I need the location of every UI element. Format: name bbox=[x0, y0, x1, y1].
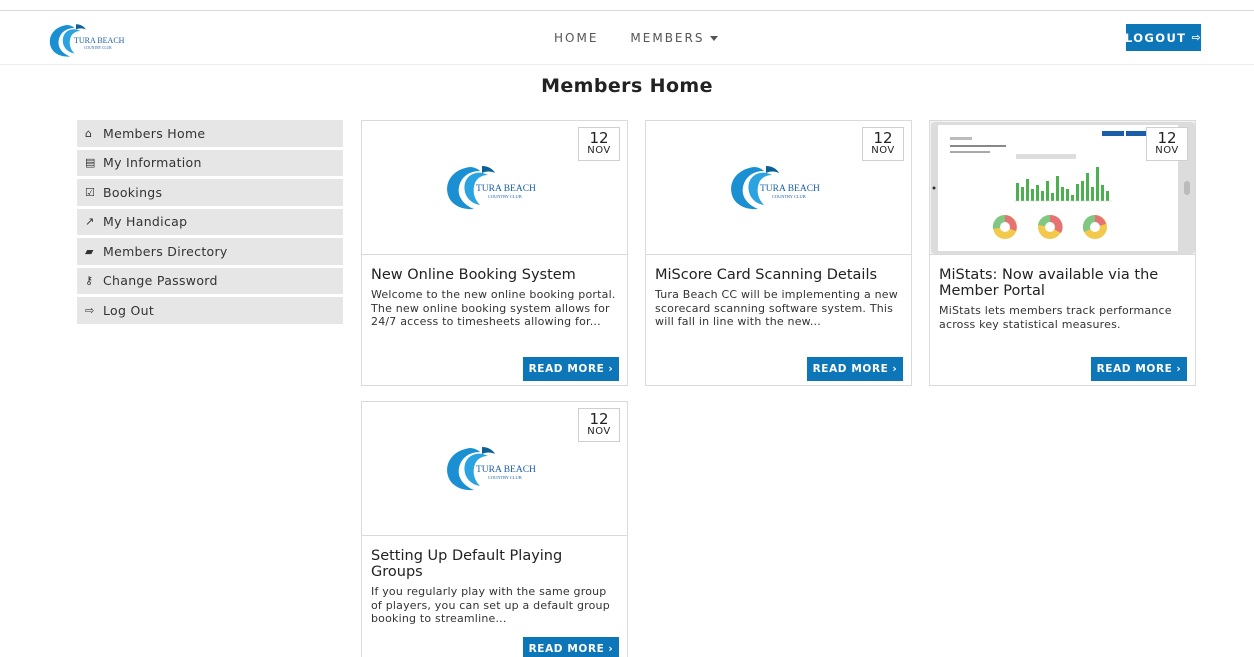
nav-members-dropdown[interactable]: MEMBERS bbox=[630, 31, 719, 45]
logout-label: LOGOUT bbox=[1124, 30, 1187, 45]
date-month: NOV bbox=[1155, 145, 1179, 156]
news-card: TURA BEACH COUNTRY CLUB 12 NOV Setting Up… bbox=[361, 401, 628, 657]
sidebar-item-my-information[interactable]: ▤ My Information bbox=[77, 149, 343, 176]
card-image: TURA BEACH COUNTRY CLUB 12 NOV bbox=[646, 121, 911, 255]
sidebar-item-log-out[interactable]: ⇨ Log Out bbox=[77, 297, 343, 324]
sidebar-item-label: My Handicap bbox=[103, 214, 188, 230]
chevron-right-icon: › bbox=[1176, 363, 1182, 375]
card-title[interactable]: New Online Booking System bbox=[371, 267, 618, 283]
card-image: TURA BEACH COUNTRY CLUB 12 NOV bbox=[362, 402, 627, 536]
sidebar-item-label: Change Password bbox=[103, 273, 218, 289]
sign-out-icon: ⇨ bbox=[85, 303, 95, 317]
nav-members-label: MEMBERS bbox=[630, 31, 705, 45]
card-excerpt: Tura Beach CC will be implementing a new… bbox=[655, 288, 898, 328]
svg-text:TURA BEACH: TURA BEACH bbox=[760, 184, 820, 194]
svg-text:TURA BEACH: TURA BEACH bbox=[476, 465, 536, 475]
read-more-label: READ MORE bbox=[528, 363, 605, 375]
site-header: TURA BEACH COUNTRY CLUB HOME MEMBERS LOG… bbox=[0, 11, 1254, 65]
id-card-icon: ▤ bbox=[85, 156, 96, 170]
members-sidebar: ⌂ Members Home ▤ My Information ☑ Bookings … bbox=[77, 120, 343, 327]
read-more-label: READ MORE bbox=[812, 363, 889, 375]
card-excerpt: MiStats lets members track performance a… bbox=[939, 304, 1172, 331]
sidebar-item-label: Members Directory bbox=[103, 243, 228, 259]
svg-text:COUNTRY CLUB: COUNTRY CLUB bbox=[84, 46, 112, 50]
svg-text:TURA BEACH: TURA BEACH bbox=[476, 184, 536, 194]
sidebar-item-bookings[interactable]: ☑ Bookings bbox=[77, 179, 343, 206]
read-more-button[interactable]: READ MORE › bbox=[807, 357, 903, 381]
date-badge: 12 NOV bbox=[1146, 127, 1188, 161]
card-title[interactable]: MiScore Card Scanning Details bbox=[655, 267, 902, 283]
home-icon: ⌂ bbox=[85, 126, 93, 140]
nav-home[interactable]: HOME bbox=[554, 31, 598, 45]
sidebar-item-label: Log Out bbox=[103, 302, 155, 318]
logout-button[interactable]: LOGOUT ⇨ bbox=[1124, 24, 1203, 51]
card-excerpt: Welcome to the new online booking portal… bbox=[371, 288, 616, 328]
sidebar-item-label: My Information bbox=[103, 155, 202, 171]
read-more-label: READ MORE bbox=[1096, 363, 1173, 375]
card-title[interactable]: MiStats: Now available via the Member Po… bbox=[939, 267, 1186, 299]
external-link-icon: ↗ bbox=[85, 215, 95, 229]
date-badge: 12 NOV bbox=[578, 127, 620, 161]
calendar-check-icon: ☑ bbox=[85, 185, 96, 199]
news-card: TURA BEACH COUNTRY CLUB 12 NOV New Online… bbox=[361, 120, 628, 386]
card-excerpt: If you regularly play with the same grou… bbox=[371, 585, 610, 625]
news-card: 12 NOV MiStats: Now available via the Mem… bbox=[929, 120, 1196, 386]
date-month: NOV bbox=[871, 145, 895, 156]
sidebar-item-label: Members Home bbox=[103, 125, 206, 141]
sidebar-item-label: Bookings bbox=[103, 184, 163, 200]
date-day: 12 bbox=[589, 410, 609, 428]
read-more-button[interactable]: READ MORE › bbox=[523, 637, 619, 657]
club-logo: TURA BEACH COUNTRY CLUB bbox=[447, 166, 536, 210]
date-badge: 12 NOV bbox=[862, 127, 904, 161]
svg-text:COUNTRY CLUB: COUNTRY CLUB bbox=[488, 194, 522, 199]
chevron-right-icon: › bbox=[608, 363, 614, 375]
card-title[interactable]: Setting Up Default Playing Groups bbox=[371, 548, 618, 580]
date-month: NOV bbox=[587, 145, 611, 156]
caret-down-icon bbox=[710, 35, 719, 41]
sidebar-item-my-handicap[interactable]: ↗ My Handicap bbox=[77, 208, 343, 235]
sidebar-item-change-password[interactable]: ⚷ Change Password bbox=[77, 267, 343, 294]
read-more-button[interactable]: READ MORE › bbox=[523, 357, 619, 381]
club-logo: TURA BEACH COUNTRY CLUB bbox=[447, 447, 536, 491]
main-nav: HOME MEMBERS bbox=[554, 31, 719, 45]
card-image: TURA BEACH COUNTRY CLUB 12 NOV bbox=[362, 121, 627, 255]
card-image-tablet-screenshot: 12 NOV bbox=[930, 121, 1195, 255]
date-month: NOV bbox=[587, 426, 611, 437]
chevron-right-icon: › bbox=[892, 363, 898, 375]
date-day: 12 bbox=[589, 129, 609, 147]
svg-text:TURA BEACH: TURA BEACH bbox=[74, 36, 125, 45]
svg-text:COUNTRY CLUB: COUNTRY CLUB bbox=[772, 194, 806, 199]
nav-home-label: HOME bbox=[554, 31, 599, 45]
sidebar-item-members-directory[interactable]: ▰ Members Directory bbox=[77, 238, 343, 265]
book-icon: ▰ bbox=[85, 244, 94, 258]
read-more-button[interactable]: READ MORE › bbox=[1091, 357, 1187, 381]
svg-text:COUNTRY CLUB: COUNTRY CLUB bbox=[488, 475, 522, 480]
sign-out-icon: ⇨ bbox=[1191, 31, 1203, 44]
chevron-right-icon: › bbox=[608, 643, 614, 655]
page-title: Members Home bbox=[541, 75, 713, 97]
club-logo[interactable]: TURA BEACH COUNTRY CLUB bbox=[46, 22, 138, 58]
sidebar-item-members-home[interactable]: ⌂ Members Home bbox=[77, 120, 343, 147]
key-icon: ⚷ bbox=[85, 274, 94, 288]
date-day: 12 bbox=[873, 129, 893, 147]
club-logo: TURA BEACH COUNTRY CLUB bbox=[731, 166, 820, 210]
news-card: TURA BEACH COUNTRY CLUB 12 NOV MiScore Ca… bbox=[645, 120, 912, 386]
date-badge: 12 NOV bbox=[578, 408, 620, 442]
read-more-label: READ MORE bbox=[528, 643, 605, 655]
date-day: 12 bbox=[1157, 129, 1177, 147]
